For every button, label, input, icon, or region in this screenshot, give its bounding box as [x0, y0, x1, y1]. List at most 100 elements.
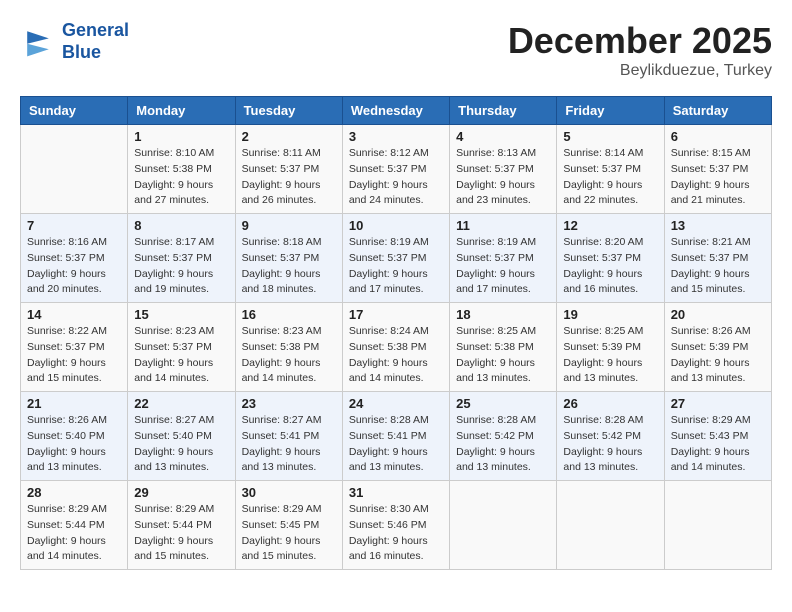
day-info: Sunrise: 8:10 AMSunset: 5:38 PMDaylight:… — [134, 146, 228, 209]
day-info: Sunrise: 8:19 AMSunset: 5:37 PMDaylight:… — [456, 235, 550, 298]
weekday-header: Thursday — [450, 97, 557, 125]
day-number: 26 — [563, 396, 657, 411]
calendar-cell: 11 Sunrise: 8:19 AMSunset: 5:37 PMDayligh… — [450, 214, 557, 303]
calendar-cell: 25 Sunrise: 8:28 AMSunset: 5:42 PMDayligh… — [450, 392, 557, 481]
calendar-table: SundayMondayTuesdayWednesdayThursdayFrid… — [20, 96, 772, 570]
day-number: 19 — [563, 307, 657, 322]
calendar-cell: 13 Sunrise: 8:21 AMSunset: 5:37 PMDayligh… — [664, 214, 771, 303]
calendar-week: 7Sunrise: 8:16 AMSunset: 5:37 PMDaylight… — [21, 214, 772, 303]
day-info: Sunrise: 8:26 AMSunset: 5:39 PMDaylight:… — [671, 324, 765, 387]
calendar-cell: 1 Sunrise: 8:10 AMSunset: 5:38 PMDaylight… — [128, 125, 235, 214]
day-info: Sunrise: 8:23 AMSunset: 5:38 PMDaylight:… — [242, 324, 336, 387]
day-info: Sunrise: 8:19 AMSunset: 5:37 PMDaylight:… — [349, 235, 443, 298]
day-info: Sunrise: 8:12 AMSunset: 5:37 PMDaylight:… — [349, 146, 443, 209]
calendar-cell: 15Sunrise: 8:23 AMSunset: 5:37 PMDayligh… — [128, 303, 235, 392]
calendar-cell: 2 Sunrise: 8:11 AMSunset: 5:37 PMDaylight… — [235, 125, 342, 214]
calendar-cell — [557, 481, 664, 570]
day-info: Sunrise: 8:23 AMSunset: 5:37 PMDaylight:… — [134, 324, 228, 387]
calendar-cell — [664, 481, 771, 570]
weekday-header: Tuesday — [235, 97, 342, 125]
day-info: Sunrise: 8:15 AMSunset: 5:37 PMDaylight:… — [671, 146, 765, 209]
calendar-cell: 22 Sunrise: 8:27 AMSunset: 5:40 PMDayligh… — [128, 392, 235, 481]
day-info: Sunrise: 8:24 AMSunset: 5:38 PMDaylight:… — [349, 324, 443, 387]
day-number: 10 — [349, 218, 443, 233]
day-number: 13 — [671, 218, 765, 233]
day-info: Sunrise: 8:28 AMSunset: 5:42 PMDaylight:… — [563, 413, 657, 476]
calendar-cell: 19 Sunrise: 8:25 AMSunset: 5:39 PMDayligh… — [557, 303, 664, 392]
logo-line2: Blue — [62, 42, 101, 62]
month-title: December 2025 — [508, 20, 772, 62]
day-number: 11 — [456, 218, 550, 233]
day-info: Sunrise: 8:28 AMSunset: 5:42 PMDaylight:… — [456, 413, 550, 476]
day-info: Sunrise: 8:29 AMSunset: 5:43 PMDaylight:… — [671, 413, 765, 476]
logo-line1: General — [62, 20, 129, 40]
calendar-cell: 7Sunrise: 8:16 AMSunset: 5:37 PMDaylight… — [21, 214, 128, 303]
calendar-cell: 17 Sunrise: 8:24 AMSunset: 5:38 PMDayligh… — [342, 303, 449, 392]
calendar-cell: 28 Sunrise: 8:29 AMSunset: 5:44 PMDayligh… — [21, 481, 128, 570]
day-number: 17 — [349, 307, 443, 322]
day-number: 29 — [134, 485, 228, 500]
calendar-cell: 24 Sunrise: 8:28 AMSunset: 5:41 PMDayligh… — [342, 392, 449, 481]
day-info: Sunrise: 8:27 AMSunset: 5:41 PMDaylight:… — [242, 413, 336, 476]
day-info: Sunrise: 8:28 AMSunset: 5:41 PMDaylight:… — [349, 413, 443, 476]
logo-text: General Blue — [62, 20, 129, 63]
day-number: 4 — [456, 129, 550, 144]
calendar-week: 14Sunrise: 8:22 AMSunset: 5:37 PMDayligh… — [21, 303, 772, 392]
calendar-cell: 26 Sunrise: 8:28 AMSunset: 5:42 PMDayligh… — [557, 392, 664, 481]
day-info: Sunrise: 8:25 AMSunset: 5:39 PMDaylight:… — [563, 324, 657, 387]
day-info: Sunrise: 8:29 AMSunset: 5:45 PMDaylight:… — [242, 502, 336, 565]
day-number: 6 — [671, 129, 765, 144]
calendar-body: 1 Sunrise: 8:10 AMSunset: 5:38 PMDaylight… — [21, 125, 772, 570]
day-number: 8 — [134, 218, 228, 233]
calendar-cell: 21 Sunrise: 8:26 AMSunset: 5:40 PMDayligh… — [21, 392, 128, 481]
day-info: Sunrise: 8:29 AMSunset: 5:44 PMDaylight:… — [27, 502, 121, 565]
day-number: 24 — [349, 396, 443, 411]
weekday-header: Friday — [557, 97, 664, 125]
weekday-header: Saturday — [664, 97, 771, 125]
day-info: Sunrise: 8:14 AMSunset: 5:37 PMDaylight:… — [563, 146, 657, 209]
day-number: 28 — [27, 485, 121, 500]
calendar-header: SundayMondayTuesdayWednesdayThursdayFrid… — [21, 97, 772, 125]
day-info: Sunrise: 8:26 AMSunset: 5:40 PMDaylight:… — [27, 413, 121, 476]
calendar-cell: 10 Sunrise: 8:19 AMSunset: 5:37 PMDayligh… — [342, 214, 449, 303]
calendar-cell: 30Sunrise: 8:29 AMSunset: 5:45 PMDayligh… — [235, 481, 342, 570]
calendar-cell: 9 Sunrise: 8:18 AMSunset: 5:37 PMDaylight… — [235, 214, 342, 303]
day-number: 1 — [134, 129, 228, 144]
day-info: Sunrise: 8:29 AMSunset: 5:44 PMDaylight:… — [134, 502, 228, 565]
day-number: 9 — [242, 218, 336, 233]
title-block: December 2025 Beylikduezue, Turkey — [508, 20, 772, 80]
day-number: 3 — [349, 129, 443, 144]
day-number: 22 — [134, 396, 228, 411]
location: Beylikduezue, Turkey — [508, 62, 772, 80]
calendar-cell: 16Sunrise: 8:23 AMSunset: 5:38 PMDayligh… — [235, 303, 342, 392]
logo-icon — [20, 24, 56, 60]
calendar-cell: 29 Sunrise: 8:29 AMSunset: 5:44 PMDayligh… — [128, 481, 235, 570]
calendar-cell — [21, 125, 128, 214]
weekday-header: Monday — [128, 97, 235, 125]
calendar-cell: 14Sunrise: 8:22 AMSunset: 5:37 PMDayligh… — [21, 303, 128, 392]
calendar-cell: 18Sunrise: 8:25 AMSunset: 5:38 PMDayligh… — [450, 303, 557, 392]
calendar-cell: 3 Sunrise: 8:12 AMSunset: 5:37 PMDaylight… — [342, 125, 449, 214]
day-info: Sunrise: 8:13 AMSunset: 5:37 PMDaylight:… — [456, 146, 550, 209]
page-header: General Blue December 2025 Beylikduezue,… — [20, 20, 772, 80]
logo: General Blue — [20, 20, 129, 63]
day-info: Sunrise: 8:11 AMSunset: 5:37 PMDaylight:… — [242, 146, 336, 209]
calendar-cell: 8Sunrise: 8:17 AMSunset: 5:37 PMDaylight… — [128, 214, 235, 303]
day-number: 21 — [27, 396, 121, 411]
day-info: Sunrise: 8:27 AMSunset: 5:40 PMDaylight:… — [134, 413, 228, 476]
day-number: 20 — [671, 307, 765, 322]
calendar-cell: 6 Sunrise: 8:15 AMSunset: 5:37 PMDaylight… — [664, 125, 771, 214]
day-number: 23 — [242, 396, 336, 411]
day-number: 5 — [563, 129, 657, 144]
calendar-week: 28 Sunrise: 8:29 AMSunset: 5:44 PMDayligh… — [21, 481, 772, 570]
calendar-cell: 27 Sunrise: 8:29 AMSunset: 5:43 PMDayligh… — [664, 392, 771, 481]
day-number: 25 — [456, 396, 550, 411]
day-info: Sunrise: 8:25 AMSunset: 5:38 PMDaylight:… — [456, 324, 550, 387]
day-number: 14 — [27, 307, 121, 322]
day-info: Sunrise: 8:18 AMSunset: 5:37 PMDaylight:… — [242, 235, 336, 298]
day-number: 27 — [671, 396, 765, 411]
day-number: 2 — [242, 129, 336, 144]
day-number: 12 — [563, 218, 657, 233]
day-info: Sunrise: 8:21 AMSunset: 5:37 PMDaylight:… — [671, 235, 765, 298]
calendar-week: 21 Sunrise: 8:26 AMSunset: 5:40 PMDayligh… — [21, 392, 772, 481]
